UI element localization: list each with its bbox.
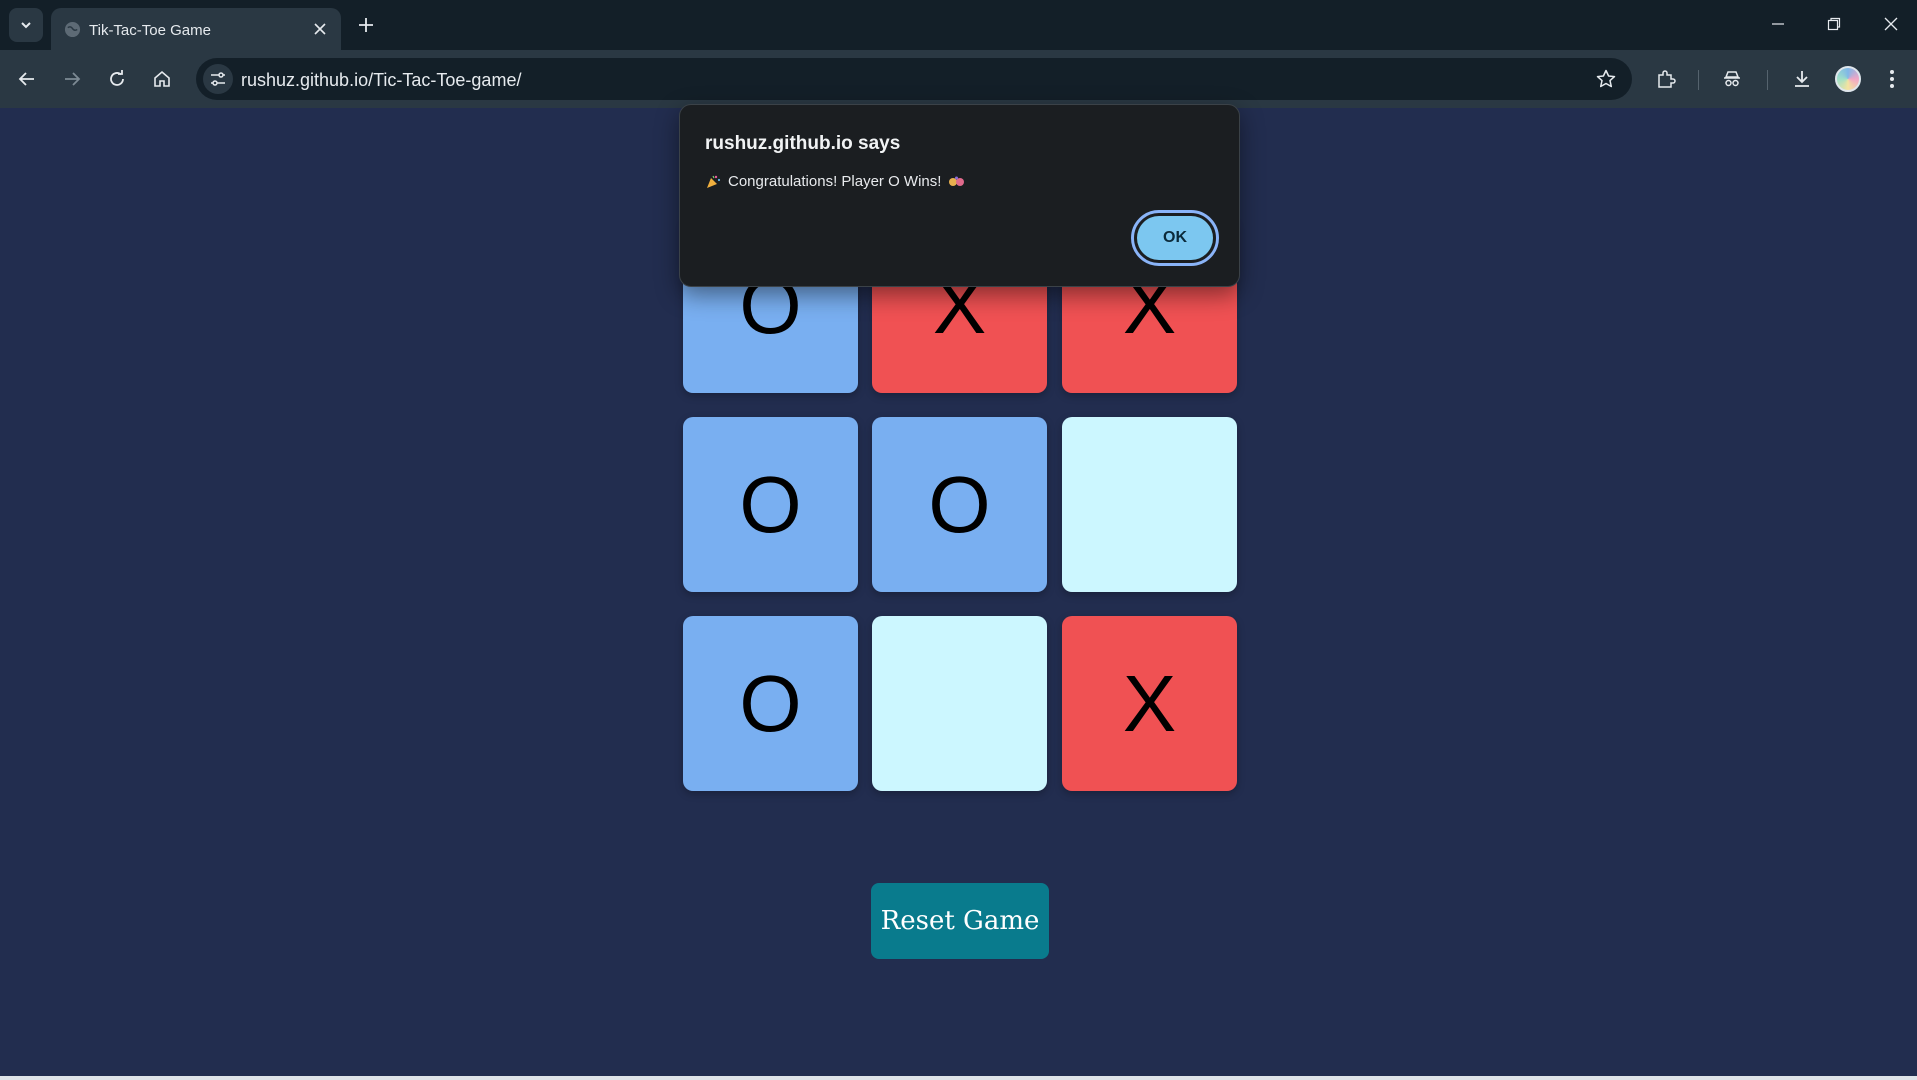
board-cell-4[interactable]: O <box>683 417 858 592</box>
profile-avatar[interactable] <box>1835 66 1861 92</box>
new-tab-button[interactable] <box>353 12 379 38</box>
close-icon <box>314 23 326 35</box>
alert-dialog: rushuz.github.io says Congratulations! P… <box>679 104 1240 287</box>
page-bottom-edge <box>0 1076 1917 1080</box>
restore-button[interactable] <box>1819 9 1849 39</box>
star-icon <box>1596 69 1616 88</box>
reload-icon <box>110 70 124 86</box>
ok-button[interactable]: OK <box>1131 210 1219 266</box>
board-cell-5[interactable]: O <box>872 417 1047 592</box>
tune-icon <box>211 72 225 86</box>
game-board: O X X O O O X <box>683 218 1237 791</box>
puzzle-icon <box>1658 70 1676 88</box>
dialog-title: rushuz.github.io says <box>705 133 901 154</box>
home-button[interactable] <box>146 63 178 95</box>
tab-title: Tik-Tac-Toe Game <box>89 22 211 39</box>
menu-button[interactable] <box>1876 63 1908 95</box>
close-icon <box>1884 17 1898 31</box>
globe-icon <box>64 21 81 38</box>
plus-icon <box>359 18 373 32</box>
board-cell-7[interactable]: O <box>683 616 858 791</box>
tab-strip: Tik-Tac-Toe Game <box>0 0 1917 50</box>
site-info-button[interactable] <box>203 64 233 94</box>
url-text[interactable]: rushuz.github.io/Tic-Tac-Toe-game/ <box>241 70 521 91</box>
forward-button[interactable] <box>56 63 88 95</box>
reset-game-button[interactable]: Reset Game <box>871 883 1049 959</box>
back-button[interactable] <box>11 63 43 95</box>
reload-button[interactable] <box>101 63 133 95</box>
tab-active[interactable]: Tik-Tac-Toe Game <box>51 8 341 50</box>
celebration-icon <box>949 176 965 186</box>
minimize-button[interactable] <box>1763 9 1793 39</box>
more-vert-icon <box>1890 70 1894 88</box>
home-icon <box>154 70 170 87</box>
close-window-button[interactable] <box>1876 9 1906 39</box>
minimize-icon <box>1772 23 1784 25</box>
toolbar-separator <box>1767 70 1768 90</box>
bookmark-button[interactable] <box>1594 67 1618 91</box>
download-icon <box>1795 71 1809 87</box>
tab-search-button[interactable] <box>9 8 43 42</box>
browser-toolbar: rushuz.github.io/Tic-Tac-Toe-game/ <box>0 50 1917 108</box>
dialog-message: Congratulations! Player O Wins! <box>728 173 942 190</box>
address-bar[interactable]: rushuz.github.io/Tic-Tac-Toe-game/ <box>196 58 1632 100</box>
tab-close-button[interactable] <box>311 20 329 38</box>
board-cell-6[interactable] <box>1062 417 1237 592</box>
incognito-icon <box>1724 71 1740 87</box>
incognito-button[interactable] <box>1716 63 1748 95</box>
extensions-button[interactable] <box>1650 63 1682 95</box>
party-popper-icon <box>707 175 721 188</box>
toolbar-separator <box>1698 70 1699 90</box>
downloads-button[interactable] <box>1786 63 1818 95</box>
dialog-message-row: Congratulations! Player O Wins! <box>705 173 966 190</box>
arrow-right-icon <box>65 72 81 86</box>
arrow-left-icon <box>18 72 34 86</box>
ok-button-label: OK <box>1137 216 1213 260</box>
board-cell-8[interactable] <box>872 616 1047 791</box>
chevron-down-icon <box>21 22 31 29</box>
board-cell-9[interactable]: X <box>1062 616 1237 791</box>
restore-icon <box>1827 17 1841 31</box>
